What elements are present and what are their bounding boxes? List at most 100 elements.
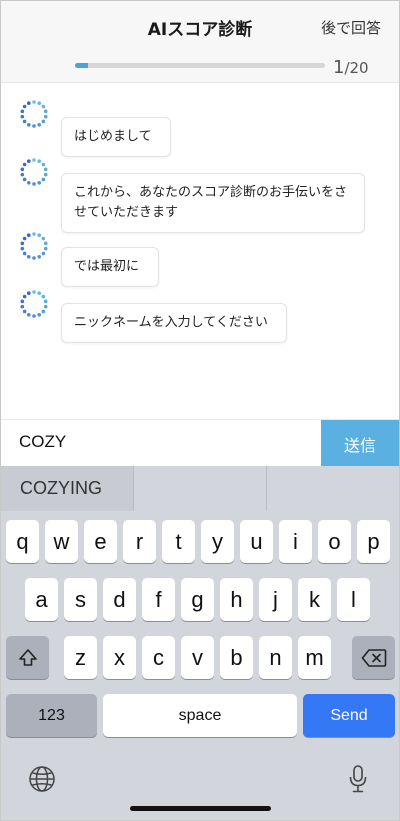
nickname-input[interactable]: COZY [19, 432, 66, 452]
suggestion-item[interactable]: COZYING [1, 466, 133, 511]
avatar-dot [22, 104, 27, 109]
key-c[interactable]: c [142, 636, 175, 679]
avatar-dot [41, 162, 46, 167]
send-button[interactable]: 送信 [321, 420, 399, 467]
progress-bar [75, 63, 325, 68]
avatar-dot [32, 314, 36, 318]
avatar-dot [20, 241, 25, 246]
key-t[interactable]: t [162, 520, 195, 563]
key-i[interactable]: i [279, 520, 312, 563]
key-n[interactable]: n [259, 636, 292, 679]
suggestion-bar: COZYING [1, 466, 399, 511]
key-k[interactable]: k [298, 578, 331, 621]
avatar-dot [20, 299, 25, 304]
avatar-dot [32, 232, 36, 236]
avatar-dot [20, 167, 25, 172]
key-f[interactable]: f [142, 578, 175, 621]
avatar-dot [43, 304, 48, 309]
avatar-dot [37, 159, 42, 163]
message-bubble: では最初に [61, 247, 159, 287]
key-r[interactable]: r [123, 520, 156, 563]
avatar-dot [22, 119, 27, 124]
key-p[interactable]: p [357, 520, 390, 563]
avatar-dot [26, 181, 31, 185]
avatar-dot [20, 114, 25, 119]
header: AIスコア診断 後で回答 1/20 [1, 1, 399, 83]
avatar-dot [26, 313, 31, 317]
avatar-dot [22, 309, 27, 314]
avatar-dot [37, 181, 42, 185]
avatar-dot [43, 246, 48, 251]
key-a[interactable]: a [25, 578, 58, 621]
key-e[interactable]: e [84, 520, 117, 563]
avatar-dot [32, 290, 36, 294]
avatar-dot [37, 255, 42, 259]
avatar-dot [26, 101, 31, 105]
avatar-dot [32, 100, 36, 104]
shift-icon [18, 648, 37, 666]
key-y[interactable]: y [201, 520, 234, 563]
globe-icon [29, 766, 55, 792]
avatar-dot [41, 294, 46, 299]
avatar-dot [32, 256, 36, 260]
avatar-dot [43, 109, 48, 114]
shift-key[interactable] [6, 636, 49, 679]
avatar-dot [37, 233, 42, 237]
avatar-dot [22, 294, 27, 299]
progress-total: /20 [344, 59, 369, 77]
key-j[interactable]: j [259, 578, 292, 621]
chat-area: はじめまして これから、あなたのスコア診断のお手伝いをさせていただきます では最… [1, 83, 399, 419]
message-bubble: ニックネームを入力してください [61, 303, 287, 343]
home-indicator[interactable] [130, 806, 271, 811]
keyboard-send-key[interactable]: Send [303, 694, 395, 737]
key-b[interactable]: b [220, 636, 253, 679]
avatar-dot [43, 167, 48, 172]
bot-avatar-icon [20, 290, 48, 318]
avatar-dot [20, 246, 25, 251]
avatar-dot [20, 304, 25, 309]
avatar-dot [41, 236, 46, 241]
bot-avatar-icon [20, 158, 48, 186]
answer-later-button[interactable]: 後で回答 [321, 17, 381, 38]
space-key[interactable]: space [103, 694, 297, 737]
numbers-key[interactable]: 123 [6, 694, 97, 737]
avatar-dot [41, 104, 46, 109]
avatar-dot [41, 309, 46, 314]
key-v[interactable]: v [181, 636, 214, 679]
avatar-dot [20, 172, 25, 177]
key-u[interactable]: u [240, 520, 273, 563]
key-l[interactable]: l [337, 578, 370, 621]
avatar-dot [32, 182, 36, 186]
key-m[interactable]: m [298, 636, 331, 679]
avatar-dot [26, 291, 31, 295]
message-bubble: はじめまして [61, 117, 171, 157]
avatar-dot [22, 251, 27, 256]
avatar-dot [32, 124, 36, 128]
bot-avatar-icon [20, 232, 48, 260]
globe-button[interactable] [25, 762, 59, 796]
key-o[interactable]: o [318, 520, 351, 563]
key-w[interactable]: w [45, 520, 78, 563]
avatar-dot [26, 123, 31, 127]
key-d[interactable]: d [103, 578, 136, 621]
key-g[interactable]: g [181, 578, 214, 621]
avatar-dot [37, 123, 42, 127]
key-z[interactable]: z [64, 636, 97, 679]
avatar-dot [41, 177, 46, 182]
avatar-dot [37, 291, 42, 295]
suggestion-item[interactable] [266, 466, 399, 511]
progress-fill [75, 63, 88, 68]
key-h[interactable]: h [220, 578, 253, 621]
avatar-dot [26, 159, 31, 163]
key-q[interactable]: q [6, 520, 39, 563]
progress-current: 1 [333, 57, 345, 78]
avatar-dot [22, 177, 27, 182]
avatar-dot [43, 241, 48, 246]
backspace-key[interactable] [352, 636, 395, 679]
key-s[interactable]: s [64, 578, 97, 621]
suggestion-item[interactable] [133, 466, 266, 511]
key-x[interactable]: x [103, 636, 136, 679]
microphone-button[interactable] [343, 762, 373, 796]
software-keyboard: COZYING q w e r t y u i o p a s d f g h … [1, 466, 399, 820]
avatar-dot [22, 236, 27, 241]
